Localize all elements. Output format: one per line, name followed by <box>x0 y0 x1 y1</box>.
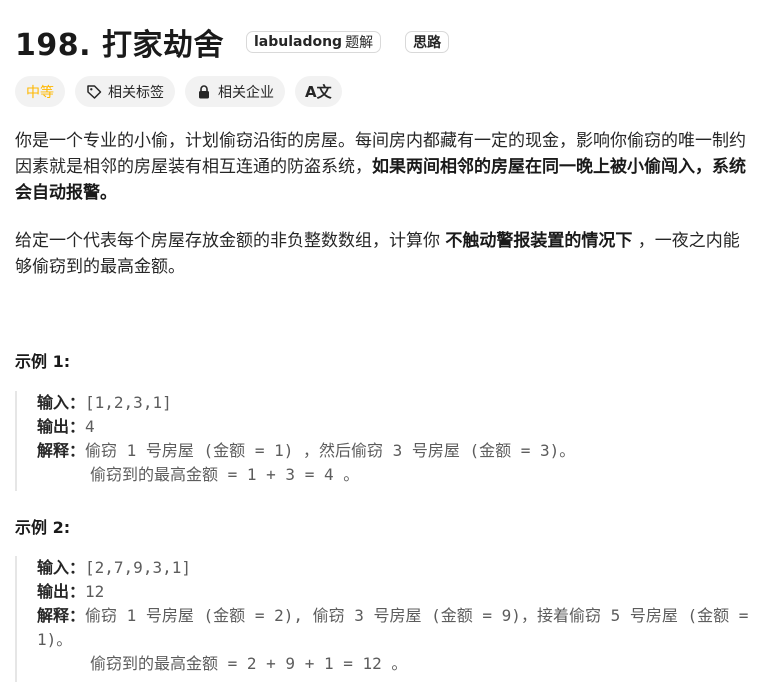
description-paragraph-1: 你是一个专业的小偷，计划偷窃沿街的房屋。每间房内都藏有一定的现金，影响你偷窃的唯… <box>15 128 755 206</box>
labuladong-solution-button[interactable]: labuladong 题解 <box>245 31 382 53</box>
related-companies-button[interactable]: 相关企业 <box>185 76 285 107</box>
problem-title: 198. 打家劫舍 <box>15 28 224 63</box>
related-companies-label: 相关企业 <box>218 84 274 101</box>
example-block: 输入：[1,2,3,1] 输出：4 解释：偷窃 1 号房屋 (金额 = 1) ，… <box>15 391 757 491</box>
input-value: [2,7,9,3,1] <box>85 558 191 577</box>
explain-line: 偷窃 1 号房屋 (金额 = 2), 偷窃 3 号房屋 (金额 = 9)，接着偷… <box>37 606 749 649</box>
output-label: 输出： <box>37 417 86 436</box>
problem-description-panel: 198. 打家劫舍 labuladong 题解 思路 中等 相关标签 相关企业 … <box>0 0 769 695</box>
input-label: 输入： <box>37 393 86 412</box>
description-text: 给定一个代表每个房屋存放金额的非负整数数组，计算你 <box>15 231 446 251</box>
explain-line: 偷窃 1 号房屋 (金额 = 1) ，然后偷窃 3 号房屋 (金额 = 3)。 <box>85 441 576 460</box>
labuladong-label: labuladong <box>253 34 343 50</box>
explain-label: 解释： <box>37 606 86 625</box>
example-title: 示例 1: <box>15 352 71 371</box>
labuladong-sub-label: 题解 <box>345 35 374 51</box>
example-block: 输入：[2,7,9,3,1] 输出：12 解释：偷窃 1 号房屋 (金额 = 2… <box>15 556 757 682</box>
output-label: 输出： <box>37 582 86 601</box>
title-row: 198. 打家劫舍 labuladong 题解 思路 <box>15 20 450 64</box>
related-tags-label: 相关标签 <box>108 84 164 101</box>
example-title: 示例 2: <box>15 518 71 537</box>
translate-button[interactable]: A文 <box>295 76 342 107</box>
input-label: 输入： <box>37 558 86 577</box>
explain-line: 偷窃到的最高金额 = 1 + 3 = 4 。 <box>90 465 360 484</box>
pill-row: 中等 相关标签 相关企业 A文 <box>15 76 342 107</box>
output-value: 4 <box>85 417 95 436</box>
explain-line: 偷窃到的最高金额 = 2 + 9 + 1 = 12 。 <box>90 654 408 673</box>
translate-icon: A文 <box>305 83 332 101</box>
tag-icon <box>86 84 102 100</box>
silu-button[interactable]: 思路 <box>405 31 450 53</box>
explain-label: 解释： <box>37 441 86 460</box>
lock-icon <box>196 84 212 100</box>
description-paragraph-2: 给定一个代表每个房屋存放金额的非负整数数组，计算你 不触动警报装置的情况下 ，一… <box>15 228 755 280</box>
difficulty-badge: 中等 <box>15 76 65 107</box>
output-value: 12 <box>85 582 105 601</box>
description-bold: 不触动警报装置的情况下 <box>445 231 633 251</box>
related-tags-button[interactable]: 相关标签 <box>75 76 175 107</box>
input-value: [1,2,3,1] <box>85 393 172 412</box>
